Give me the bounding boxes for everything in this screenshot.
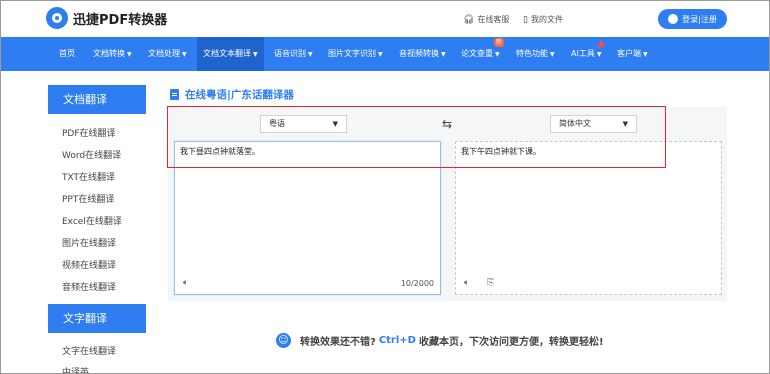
caret-down-icon: ▼ [643, 51, 648, 58]
nav-item-ai-tools[interactable]: AI工具 ▼ [571, 37, 605, 71]
online-service-label: 在线客服 [477, 15, 510, 24]
char-counter: 10/2000 [400, 279, 434, 288]
nav-label: 文档文本翻译 [203, 49, 251, 58]
caret-down-icon: ▼ [596, 51, 602, 58]
caret-down-icon: ▼ [441, 51, 446, 58]
main-nav: 首页 文档转换 ▼ 文档处理 ▼ 文档文本翻译 ▼ 语音识别 ▼ 图片文字识别 ▼ 音视频… [1, 37, 769, 71]
my-files-label: 我的文件 [530, 15, 563, 24]
nav-item-doc-translate[interactable]: 文档文本翻译 ▼ [197, 37, 264, 71]
nav-label: 音视频转换 [399, 49, 439, 58]
swap-languages-icon[interactable]: ⇆ [442, 117, 452, 131]
nav-label: 特色功能 [516, 49, 548, 58]
sidebar-item-ppt[interactable]: PPT在线翻译 [62, 192, 114, 205]
caret-down-icon: ▼ [127, 51, 132, 58]
hot-marker-icon [597, 40, 605, 47]
nav-label: 客户端 [617, 49, 641, 58]
nav-item-client[interactable]: 客户端 ▼ [617, 37, 648, 71]
nav-item-ocr[interactable]: 图片文字识别 ▼ [328, 37, 383, 71]
page-title-text: 在线粤语|广东话翻译器 [185, 89, 294, 101]
sidebar-item-text[interactable]: 文字在线翻译 [62, 344, 116, 357]
login-register-button[interactable]: 登录|注册 [658, 9, 727, 29]
tip-shortcut: Ctrl+D [378, 335, 416, 346]
page: 迅捷PDF转换器 🎧︎ 在线客服 ▯ 我的文件 登录|注册 首页 文档转换 ▼ 文… [0, 0, 770, 374]
sidebar-item-cn-to-en[interactable]: 中译英 [62, 365, 89, 373]
logo-icon [46, 7, 68, 29]
target-text: 我下午四点钟就下课。 [461, 147, 541, 156]
nav-label: 图片文字识别 [328, 49, 376, 58]
caret-down-icon: ▼ [378, 51, 383, 58]
logo[interactable]: 迅捷PDF转换器 [46, 7, 167, 29]
bookmark-tip: ☺ 转换效果还不错? Ctrl+D 收藏本页，下次访问更方便，转换更轻松! [276, 333, 604, 348]
online-service-link[interactable]: 🎧︎ 在线客服 [463, 14, 509, 25]
sidebar-item-image[interactable]: 图片在线翻译 [62, 236, 116, 249]
nav-item-features[interactable]: 特色功能 ▼ [516, 37, 555, 71]
nav-label: 论文查重 [461, 49, 493, 58]
speaker-icon[interactable]: 🔈︎ [464, 278, 469, 288]
nav-item-home[interactable]: 首页 [59, 37, 75, 71]
caret-down-icon: ▼ [308, 51, 313, 58]
target-pane-footer: 🔈︎ ⎘ [456, 274, 721, 294]
sidebar-item-excel[interactable]: Excel在线翻译 [62, 214, 122, 227]
target-language-select[interactable]: 简体中文 ▼ [550, 115, 637, 133]
nav-item-plagiarism-check[interactable]: 论文查重 ▼ 新 [461, 37, 505, 71]
file-icon: ▯ [523, 14, 528, 25]
headset-icon: 🎧︎ [463, 14, 475, 25]
nav-label: 语音识别 [274, 49, 306, 58]
tip-suffix: 收藏本页，下次访问更方便，转换更轻松! [418, 337, 604, 348]
logo-text: 迅捷PDF转换器 [73, 12, 168, 28]
caret-down-icon: ▼ [253, 51, 258, 58]
sidebar-item-pdf[interactable]: PDF在线翻译 [62, 126, 116, 139]
my-files-link[interactable]: ▯ 我的文件 [523, 14, 563, 25]
source-text: 我下昼四点钟就落堂。 [180, 147, 260, 156]
source-pane-footer: 🔈︎ 10/2000 [175, 274, 440, 294]
target-text-area: 我下午四点钟就下课。 🔈︎ ⎘ [455, 141, 722, 295]
sidebar-item-audio[interactable]: 音频在线翻译 [62, 280, 116, 293]
user-icon [668, 14, 679, 24]
nav-item-speech-recognition[interactable]: 语音识别 ▼ [274, 37, 313, 71]
nav-label: 首页 [59, 49, 75, 58]
smile-icon: ☺ [276, 333, 291, 348]
tip-prefix: 转换效果还不错? [300, 337, 376, 348]
login-register-label: 登录|注册 [682, 14, 717, 24]
document-icon [170, 89, 179, 100]
speaker-icon[interactable]: 🔈︎ [183, 278, 188, 288]
nav-item-doc-convert[interactable]: 文档转换 ▼ [93, 37, 132, 71]
sidebar-heading-doc-translate: 文档翻译 [48, 85, 146, 114]
sidebar-item-word[interactable]: Word在线翻译 [62, 148, 121, 161]
sidebar-item-txt[interactable]: TXT在线翻译 [62, 170, 115, 183]
caret-down-icon: ▼ [182, 51, 187, 58]
page-title: 在线粤语|广东话翻译器 [170, 87, 294, 102]
caret-down-icon: ▼ [495, 51, 500, 58]
nav-label: 文档转换 [93, 49, 125, 58]
source-language-select[interactable]: 粤语 ▼ [260, 115, 347, 133]
source-language-value: 粤语 [269, 119, 285, 128]
caret-down-icon: ▼ [550, 51, 555, 58]
dropdown-arrow-icon: ▼ [622, 120, 628, 128]
dropdown-arrow-icon: ▼ [332, 120, 338, 128]
sidebar-heading-text-translate: 文字翻译 [48, 304, 146, 333]
source-text-area[interactable]: 我下昼四点钟就落堂。 🔈︎ 10/2000 [174, 141, 441, 295]
nav-item-doc-process[interactable]: 文档处理 ▼ [148, 37, 187, 71]
nav-item-av-convert[interactable]: 音视频转换 ▼ [399, 37, 446, 71]
sidebar-item-video[interactable]: 视频在线翻译 [62, 258, 116, 271]
new-badge: 新 [494, 38, 505, 47]
top-header: 迅捷PDF转换器 🎧︎ 在线客服 ▯ 我的文件 登录|注册 [1, 1, 769, 37]
nav-label: AI工具 [571, 49, 595, 58]
nav-label: 文档处理 [148, 49, 180, 58]
copy-icon[interactable]: ⎘ [487, 278, 494, 288]
target-language-value: 简体中文 [559, 119, 591, 128]
